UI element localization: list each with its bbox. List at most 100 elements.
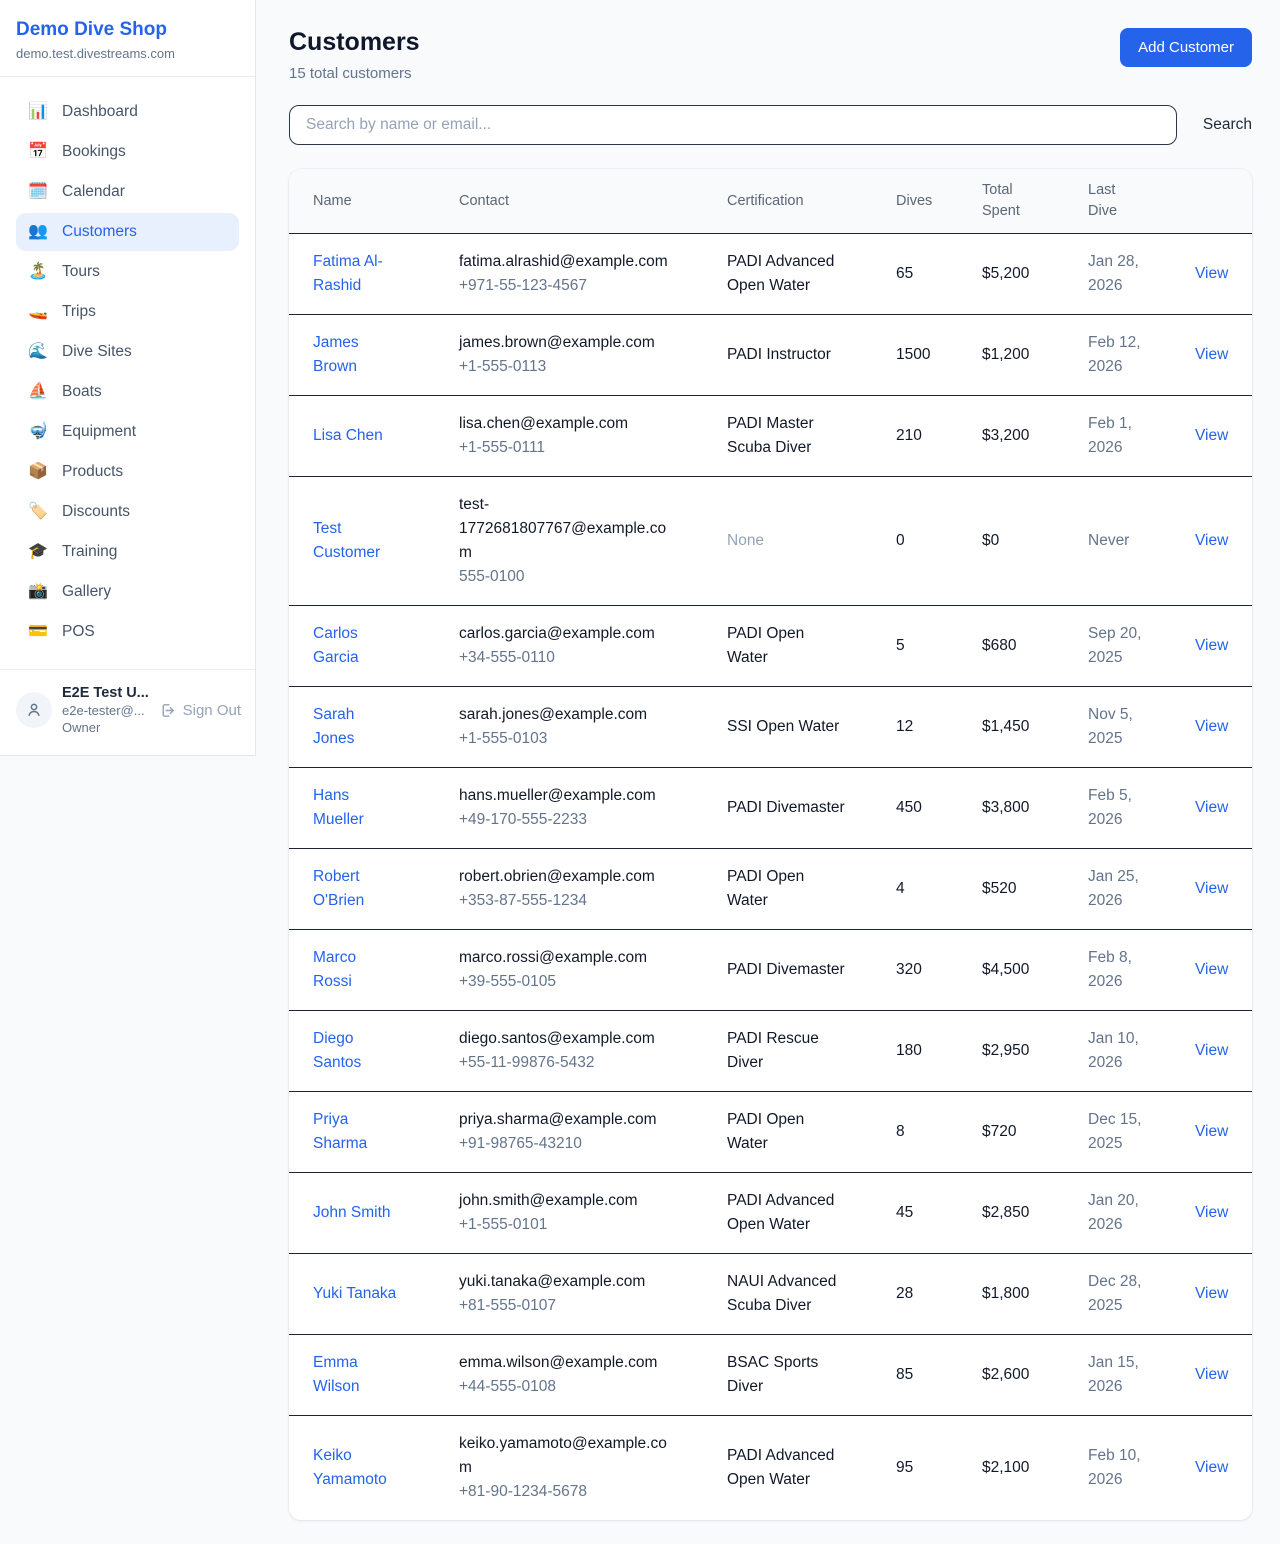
view-customer-link[interactable]: View: [1195, 1123, 1228, 1140]
sidebar-item-dashboard[interactable]: 📊 Dashboard: [16, 93, 239, 131]
customer-name-link[interactable]: Yuki Tanaka: [313, 1282, 396, 1306]
customer-dives: 12: [896, 687, 982, 768]
customer-certification: PADI Open Water: [727, 865, 849, 913]
table-row: Hans Mueller hans.mueller@example.com +4…: [289, 768, 1252, 849]
credit-card-icon: 💳: [28, 624, 48, 640]
customer-email: sarah.jones@example.com: [459, 703, 675, 727]
table-row: Diego Santos diego.santos@example.com +5…: [289, 1011, 1252, 1092]
view-customer-link[interactable]: View: [1195, 265, 1228, 282]
customer-total-spent: $3,200: [982, 396, 1088, 477]
table-body: Fatima Al-Rashid fatima.alrashid@example…: [289, 234, 1252, 1521]
customer-certification: SSI Open Water: [727, 715, 839, 739]
sidebar-item-label: Tours: [62, 263, 100, 281]
customer-last-dive: Jan 10, 2026: [1088, 1027, 1152, 1075]
search-button[interactable]: Search: [1203, 116, 1252, 134]
customer-dives: 180: [896, 1011, 982, 1092]
diving-mask-icon: 🤿: [28, 424, 48, 440]
customer-name-link[interactable]: Fatima Al-Rashid: [313, 250, 399, 298]
view-customer-link[interactable]: View: [1195, 532, 1228, 549]
sailboat-icon: ⛵: [28, 384, 48, 400]
view-customer-link[interactable]: View: [1195, 1042, 1228, 1059]
customers-table-card: Name Contact Certification Dives Total S…: [289, 169, 1252, 1520]
view-customer-link[interactable]: View: [1195, 880, 1228, 897]
customer-last-dive: Nov 5, 2025: [1088, 703, 1152, 751]
customer-name-link[interactable]: Carlos Garcia: [313, 622, 399, 670]
sidebar-item-label: Calendar: [62, 183, 125, 201]
view-customer-link[interactable]: View: [1195, 637, 1228, 654]
sidebar-item-label: Dive Sites: [62, 343, 132, 361]
customer-phone: 555-0100: [459, 565, 717, 589]
customer-name-link[interactable]: Lisa Chen: [313, 424, 383, 448]
customer-name-link[interactable]: Emma Wilson: [313, 1351, 399, 1399]
customer-email: diego.santos@example.com: [459, 1027, 675, 1051]
customer-name-link[interactable]: James Brown: [313, 331, 399, 379]
sidebar-item-bookings[interactable]: 📅 Bookings: [16, 133, 239, 171]
view-customer-link[interactable]: View: [1195, 1285, 1228, 1302]
sidebar-item-pos[interactable]: 💳 POS: [16, 613, 239, 651]
sidebar-item-customers[interactable]: 👥 Customers: [16, 213, 239, 251]
view-customer-link[interactable]: View: [1195, 961, 1228, 978]
calendar-icon: 📅: [28, 144, 48, 160]
customer-dives: 450: [896, 768, 982, 849]
table-row: Emma Wilson emma.wilson@example.com +44-…: [289, 1335, 1252, 1416]
customer-name-link[interactable]: Priya Sharma: [313, 1108, 399, 1156]
sidebar-item-trips[interactable]: 🚤 Trips: [16, 293, 239, 331]
spiral-calendar-icon: 🗓️: [28, 184, 48, 200]
sidebar-item-boats[interactable]: ⛵ Boats: [16, 373, 239, 411]
sidebar-item-training[interactable]: 🎓 Training: [16, 533, 239, 571]
customer-name-link[interactable]: Diego Santos: [313, 1027, 399, 1075]
view-customer-link[interactable]: View: [1195, 427, 1228, 444]
sidebar-item-products[interactable]: 📦 Products: [16, 453, 239, 491]
search-input[interactable]: [289, 105, 1177, 145]
customer-email: test-1772681807767@example.com: [459, 493, 675, 565]
customer-certification: PADI Advanced Open Water: [727, 1189, 849, 1237]
view-customer-link[interactable]: View: [1195, 1204, 1228, 1221]
table-row: Robert O'Brien robert.obrien@example.com…: [289, 849, 1252, 930]
customer-phone: +1-555-0111: [459, 436, 717, 460]
view-customer-link[interactable]: View: [1195, 346, 1228, 363]
customer-name-link[interactable]: Hans Mueller: [313, 784, 399, 832]
customer-name-link[interactable]: Test Customer: [313, 517, 399, 565]
customer-phone: +971-55-123-4567: [459, 274, 717, 298]
table-row: Fatima Al-Rashid fatima.alrashid@example…: [289, 234, 1252, 315]
sidebar-item-label: Training: [62, 543, 117, 561]
customer-name-link[interactable]: Sarah Jones: [313, 703, 399, 751]
customer-total-spent: $2,600: [982, 1335, 1088, 1416]
sidebar-item-equipment[interactable]: 🤿 Equipment: [16, 413, 239, 451]
customer-total-spent: $4,500: [982, 930, 1088, 1011]
sidebar: Demo Dive Shop demo.test.divestreams.com…: [0, 0, 256, 756]
table-row: Marco Rossi marco.rossi@example.com +39-…: [289, 930, 1252, 1011]
customer-certification: PADI Advanced Open Water: [727, 250, 849, 298]
customer-certification: PADI Rescue Diver: [727, 1027, 849, 1075]
customer-dives: 0: [896, 477, 982, 606]
sign-out-button[interactable]: Sign Out: [159, 702, 241, 719]
table-row: Test Customer test-1772681807767@example…: [289, 477, 1252, 606]
add-customer-button[interactable]: Add Customer: [1120, 28, 1252, 67]
sidebar-item-gallery[interactable]: 📸 Gallery: [16, 573, 239, 611]
sidebar-item-tours[interactable]: 🏝️ Tours: [16, 253, 239, 291]
app-title-link[interactable]: Demo Dive Shop: [16, 19, 239, 41]
customer-certification: BSAC Sports Diver: [727, 1351, 849, 1399]
bar-chart-icon: 📊: [28, 104, 48, 120]
avatar: [16, 692, 52, 728]
customer-certification: PADI Instructor: [727, 343, 831, 367]
view-customer-link[interactable]: View: [1195, 799, 1228, 816]
sidebar-item-discounts[interactable]: 🏷️ Discounts: [16, 493, 239, 531]
customer-email: robert.obrien@example.com: [459, 865, 675, 889]
page-title: Customers: [289, 28, 420, 57]
sidebar-item-calendar[interactable]: 🗓️ Calendar: [16, 173, 239, 211]
people-icon: 👥: [28, 224, 48, 240]
customer-dives: 4: [896, 849, 982, 930]
customer-name-link[interactable]: John Smith: [313, 1201, 391, 1225]
view-customer-link[interactable]: View: [1195, 718, 1228, 735]
customer-name-link[interactable]: Robert O'Brien: [313, 865, 399, 913]
view-customer-link[interactable]: View: [1195, 1459, 1228, 1476]
customer-phone: +81-90-1234-5678: [459, 1480, 717, 1504]
customer-name-link[interactable]: Marco Rossi: [313, 946, 399, 994]
customer-dives: 65: [896, 234, 982, 315]
view-customer-link[interactable]: View: [1195, 1366, 1228, 1383]
col-actions: [1195, 169, 1252, 234]
customer-total-spent: $2,100: [982, 1416, 1088, 1521]
customer-last-dive: Jan 25, 2026: [1088, 865, 1152, 913]
sidebar-item-dive-sites[interactable]: 🌊 Dive Sites: [16, 333, 239, 371]
